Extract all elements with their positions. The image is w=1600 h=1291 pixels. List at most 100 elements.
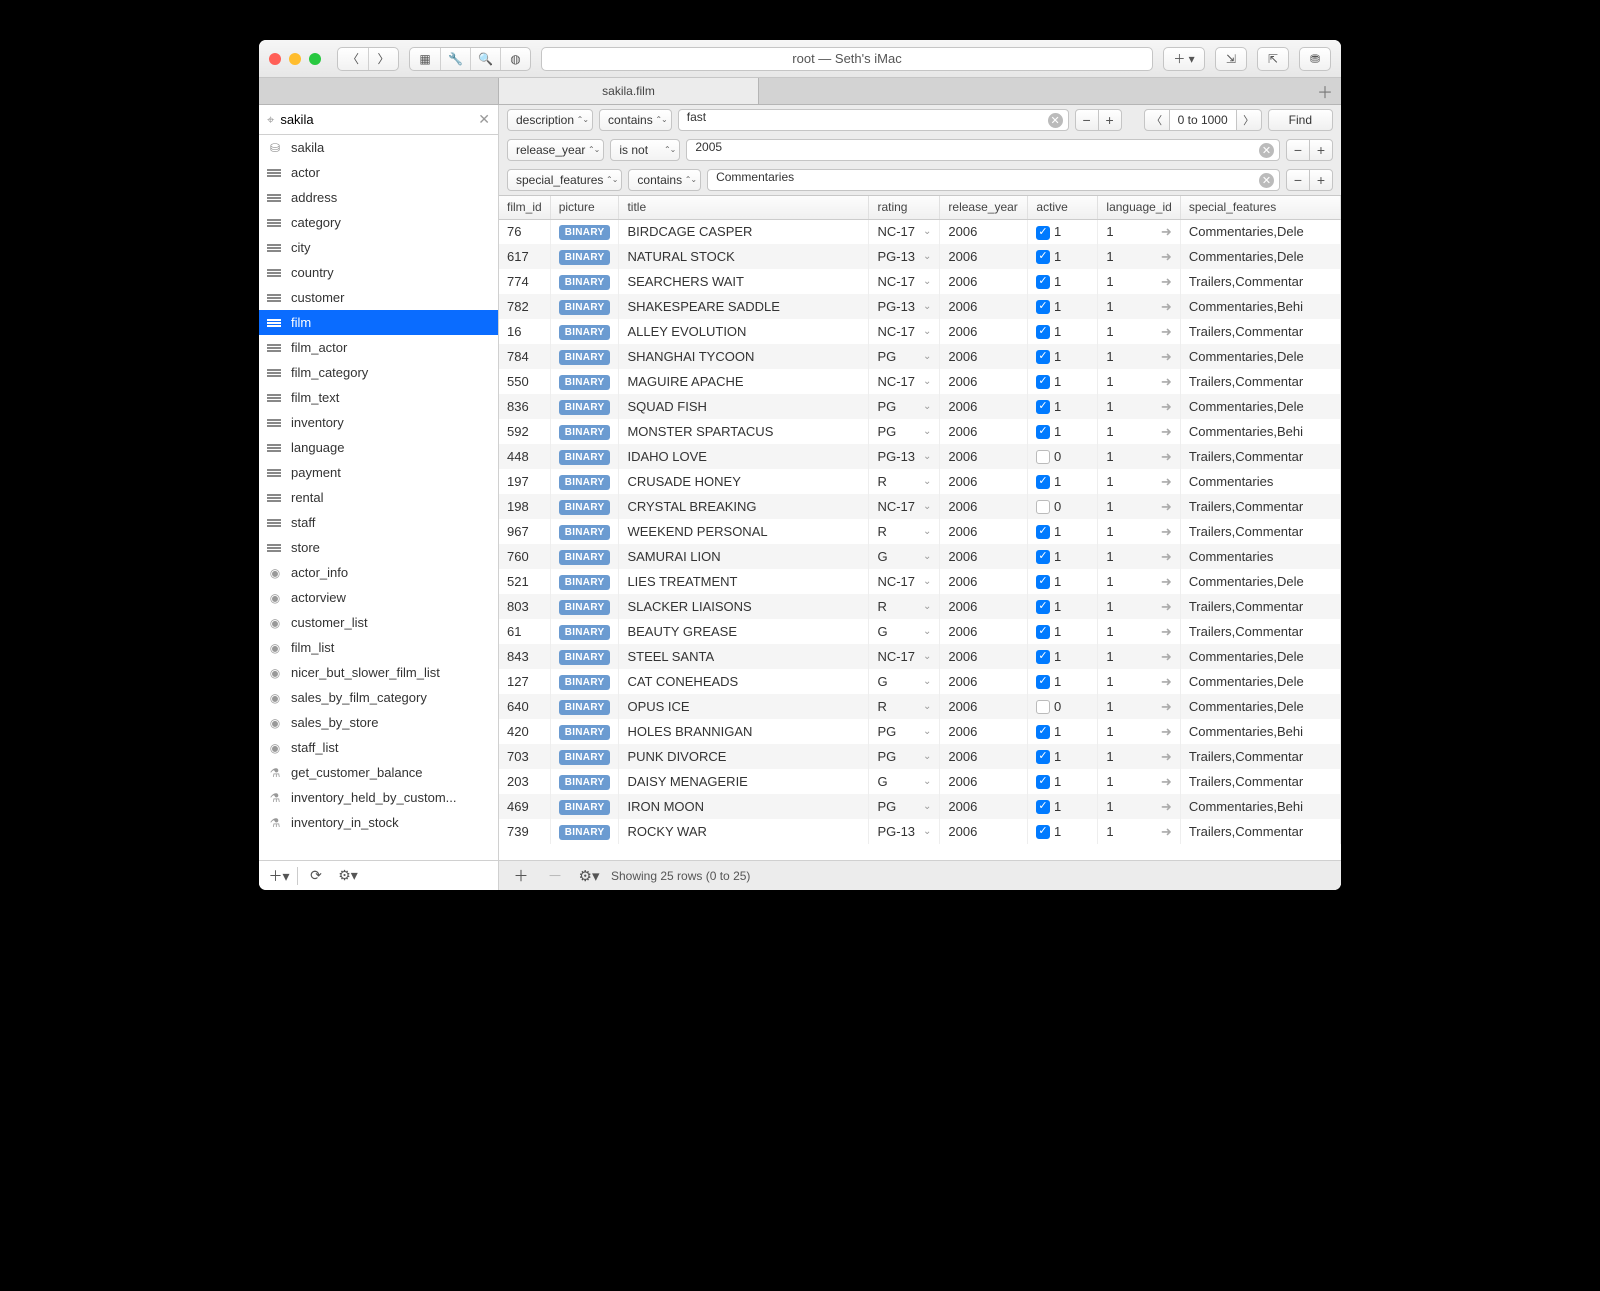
cell-film-id[interactable]: 76	[499, 219, 550, 244]
next-page-button[interactable]: 〉	[1236, 109, 1262, 131]
column-header-special_features[interactable]: special_features	[1180, 196, 1340, 219]
sidebar-item-country[interactable]: country	[259, 260, 498, 285]
sidebar-item-actor_info[interactable]: actor_info	[259, 560, 498, 585]
arrow-right-icon[interactable]: ➜	[1161, 374, 1172, 390]
clear-filter-icon[interactable]: ✕	[1048, 113, 1063, 128]
cell-film-id[interactable]: 640	[499, 694, 550, 719]
chevron-down-icon[interactable]: ⌄	[923, 676, 931, 687]
cell-active[interactable]: 1	[1028, 319, 1098, 344]
sidebar-item-inventory_held_by_custom-[interactable]: inventory_held_by_custom...	[259, 785, 498, 810]
cell-language-id[interactable]: 1➜	[1098, 244, 1180, 269]
cell-active[interactable]: 0	[1028, 444, 1098, 469]
arrow-right-icon[interactable]: ➜	[1161, 224, 1172, 240]
grid-view-icon[interactable]: ▦	[410, 48, 440, 70]
cell-picture[interactable]: BINARY	[550, 619, 619, 644]
cell-title[interactable]: ALLEY EVOLUTION	[619, 319, 869, 344]
cell-release-year[interactable]: 2006	[940, 644, 1028, 669]
filter-field-select[interactable]: release_year	[507, 139, 604, 161]
chevron-down-icon[interactable]: ⌄	[923, 451, 931, 462]
cell-release-year[interactable]: 2006	[940, 694, 1028, 719]
sidebar-item-payment[interactable]: payment	[259, 460, 498, 485]
sidebar-item-sakila[interactable]: sakila	[259, 135, 498, 160]
cell-special-features[interactable]: Commentaries,Dele	[1180, 644, 1340, 669]
cell-film-id[interactable]: 198	[499, 494, 550, 519]
sidebar-item-customer[interactable]: customer	[259, 285, 498, 310]
table-row[interactable]: 203BINARYDAISY MENAGERIEG⌄2006 11➜Traile…	[499, 769, 1341, 794]
arrow-right-icon[interactable]: ➜	[1161, 624, 1172, 640]
sidebar-item-film_category[interactable]: film_category	[259, 360, 498, 385]
cell-active[interactable]: 1	[1028, 344, 1098, 369]
close-window-button[interactable]	[269, 53, 281, 65]
cell-title[interactable]: ROCKY WAR	[619, 819, 869, 844]
cell-film-id[interactable]: 592	[499, 419, 550, 444]
table-row[interactable]: 61BINARYBEAUTY GREASEG⌄2006 11➜Trailers,…	[499, 619, 1341, 644]
cell-active[interactable]: 1	[1028, 719, 1098, 744]
cell-active[interactable]: 1	[1028, 569, 1098, 594]
arrow-right-icon[interactable]: ➜	[1161, 674, 1172, 690]
search-icon[interactable]: 🔍	[470, 48, 500, 70]
cell-release-year[interactable]: 2006	[940, 419, 1028, 444]
sidebar-item-staff[interactable]: staff	[259, 510, 498, 535]
cell-picture[interactable]: BINARY	[550, 694, 619, 719]
table-row[interactable]: 197BINARYCRUSADE HONEYR⌄2006 11➜Commenta…	[499, 469, 1341, 494]
chevron-down-icon[interactable]: ⌄	[923, 351, 931, 362]
table-row[interactable]: 521BINARYLIES TREATMENTNC-17⌄2006 11➜Com…	[499, 569, 1341, 594]
active-checkbox[interactable]	[1036, 550, 1050, 564]
chevron-down-icon[interactable]: ⌄	[923, 751, 931, 762]
table-row[interactable]: 469BINARYIRON MOONPG⌄2006 11➜Commentarie…	[499, 794, 1341, 819]
active-checkbox[interactable]	[1036, 425, 1050, 439]
sidebar-item-get_customer_balance[interactable]: get_customer_balance	[259, 760, 498, 785]
active-checkbox[interactable]	[1036, 600, 1050, 614]
cell-language-id[interactable]: 1➜	[1098, 794, 1180, 819]
cell-release-year[interactable]: 2006	[940, 244, 1028, 269]
cell-picture[interactable]: BINARY	[550, 294, 619, 319]
cell-film-id[interactable]: 16	[499, 319, 550, 344]
cell-release-year[interactable]: 2006	[940, 319, 1028, 344]
cell-language-id[interactable]: 1➜	[1098, 494, 1180, 519]
export-icon[interactable]: ⇲	[1216, 48, 1246, 70]
cell-active[interactable]: 1	[1028, 244, 1098, 269]
cell-picture[interactable]: BINARY	[550, 244, 619, 269]
active-checkbox[interactable]	[1036, 275, 1050, 289]
sidebar-item-language[interactable]: language	[259, 435, 498, 460]
cell-picture[interactable]: BINARY	[550, 744, 619, 769]
cell-language-id[interactable]: 1➜	[1098, 769, 1180, 794]
cell-title[interactable]: OPUS ICE	[619, 694, 869, 719]
column-header-picture[interactable]: picture	[550, 196, 619, 219]
zoom-window-button[interactable]	[309, 53, 321, 65]
cell-release-year[interactable]: 2006	[940, 769, 1028, 794]
cell-picture[interactable]: BINARY	[550, 219, 619, 244]
cell-picture[interactable]: BINARY	[550, 369, 619, 394]
cell-title[interactable]: SEARCHERS WAIT	[619, 269, 869, 294]
cell-title[interactable]: IRON MOON	[619, 794, 869, 819]
sidebar-item-sales_by_store[interactable]: sales_by_store	[259, 710, 498, 735]
cell-rating[interactable]: NC-17⌄	[869, 569, 940, 594]
cell-title[interactable]: SLACKER LIAISONS	[619, 594, 869, 619]
arrow-right-icon[interactable]: ➜	[1161, 449, 1172, 465]
column-header-active[interactable]: active	[1028, 196, 1098, 219]
cell-release-year[interactable]: 2006	[940, 469, 1028, 494]
cell-film-id[interactable]: 448	[499, 444, 550, 469]
cell-active[interactable]: 1	[1028, 419, 1098, 444]
cell-active[interactable]: 0	[1028, 494, 1098, 519]
add-row-button[interactable]: ＋	[509, 865, 533, 887]
cell-rating[interactable]: PG⌄	[869, 744, 940, 769]
cell-title[interactable]: LIES TREATMENT	[619, 569, 869, 594]
chevron-down-icon[interactable]: ⌄	[923, 376, 931, 387]
column-header-film_id[interactable]: film_id	[499, 196, 550, 219]
cell-title[interactable]: SQUAD FISH	[619, 394, 869, 419]
cell-active[interactable]: 1	[1028, 294, 1098, 319]
filter-value-input[interactable]: 2005✕	[686, 139, 1280, 161]
cell-language-id[interactable]: 1➜	[1098, 669, 1180, 694]
cell-active[interactable]: 1	[1028, 594, 1098, 619]
table-row[interactable]: 782BINARYSHAKESPEARE SADDLEPG-13⌄2006 11…	[499, 294, 1341, 319]
chevron-down-icon[interactable]: ⌄	[923, 251, 931, 262]
arrow-right-icon[interactable]: ➜	[1161, 574, 1172, 590]
cell-special-features[interactable]: Commentaries,Dele	[1180, 669, 1340, 694]
cell-language-id[interactable]: 1➜	[1098, 344, 1180, 369]
cell-picture[interactable]: BINARY	[550, 494, 619, 519]
cell-title[interactable]: IDAHO LOVE	[619, 444, 869, 469]
remove-filter-button[interactable]: −	[1286, 139, 1310, 161]
cell-picture[interactable]: BINARY	[550, 569, 619, 594]
column-header-title[interactable]: title	[619, 196, 869, 219]
